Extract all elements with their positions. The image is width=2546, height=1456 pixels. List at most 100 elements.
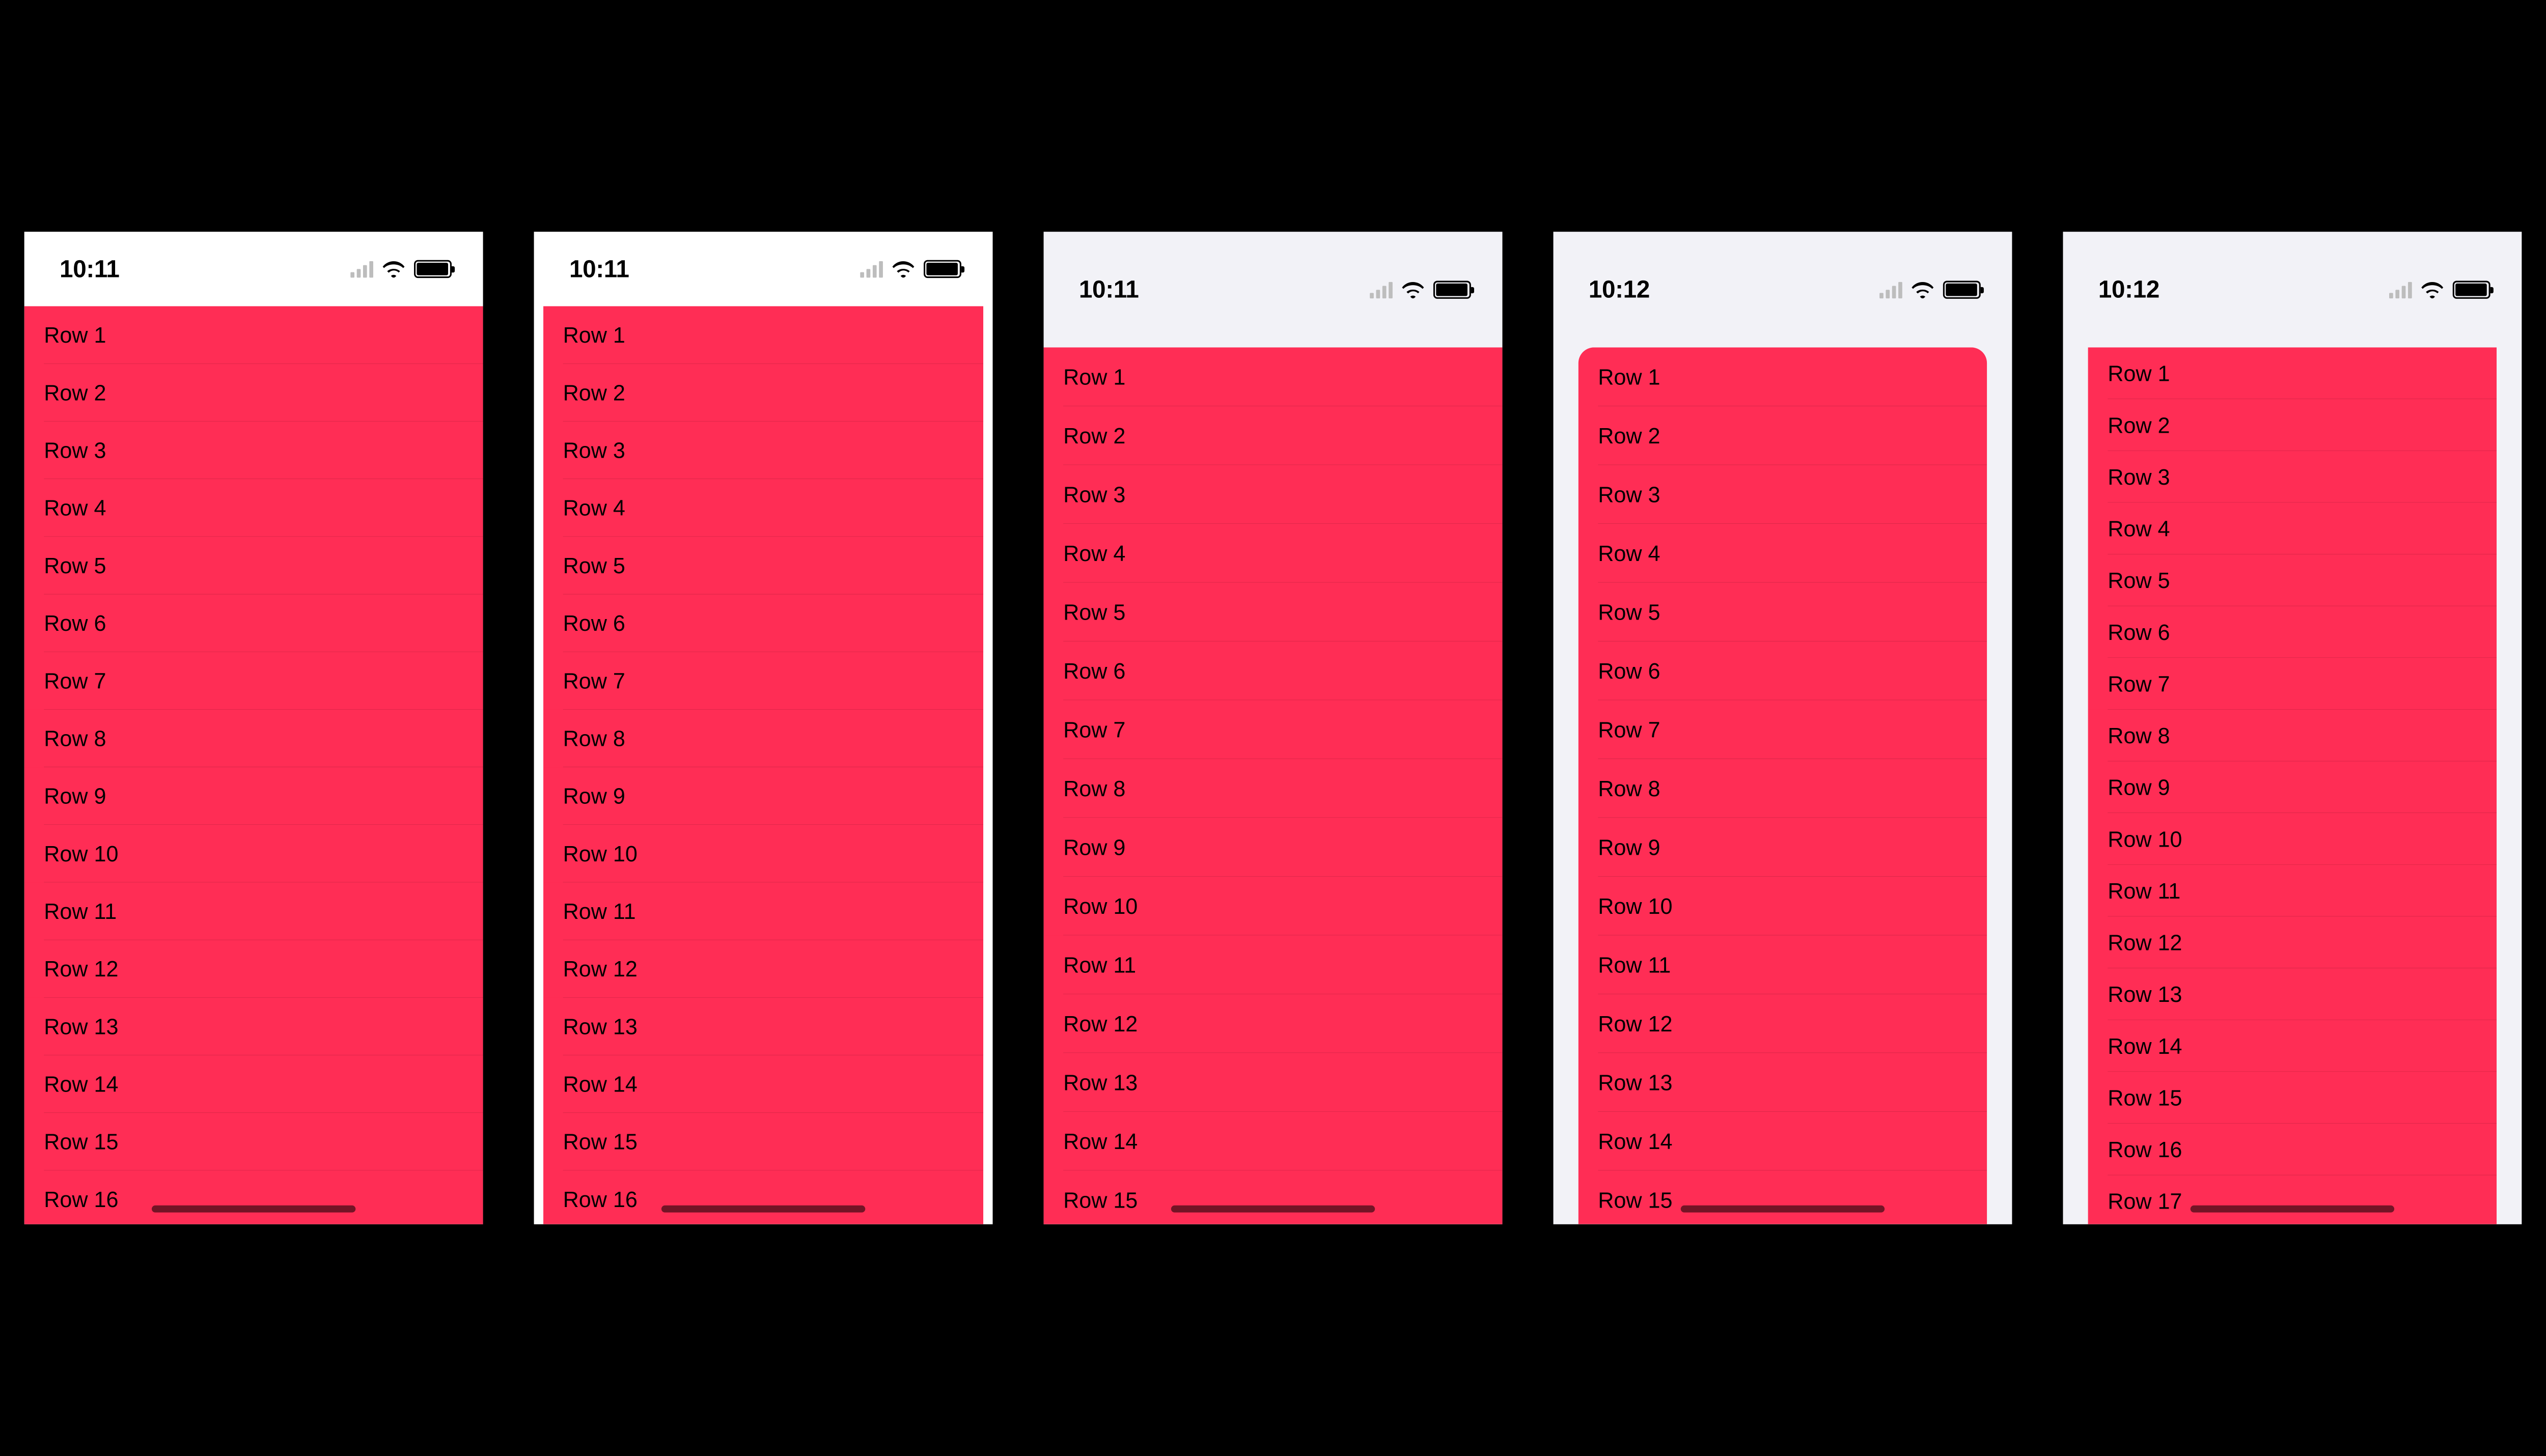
list-row[interactable]: Row 9 [543, 767, 983, 825]
list-row[interactable]: Row 12 [1044, 994, 1503, 1053]
list-row[interactable]: Row 2 [24, 364, 483, 422]
list-row[interactable]: Row 7 [2088, 658, 2497, 710]
row-label: Row 16 [563, 1187, 638, 1212]
list-row[interactable]: Row 12 [24, 940, 483, 998]
list-row[interactable]: Row 5 [1579, 582, 1987, 641]
list-row[interactable]: Row 7 [1579, 700, 1987, 759]
list-row[interactable]: Row 10 [1579, 877, 1987, 935]
list-row[interactable]: Row 8 [1044, 759, 1503, 818]
list-row[interactable]: Row 4 [1579, 524, 1987, 582]
list-row[interactable]: Row 15 [1579, 1170, 1987, 1224]
list-row[interactable]: Row 9 [1044, 818, 1503, 876]
list-row[interactable]: Row 16 [2088, 1124, 2497, 1175]
list-row[interactable]: Row 7 [24, 652, 483, 710]
list-row[interactable]: Row 3 [1044, 465, 1503, 523]
list-row[interactable]: Row 17 [2088, 1175, 2497, 1224]
wifi-icon [892, 260, 915, 277]
list-row[interactable]: Row 10 [24, 825, 483, 882]
list-row[interactable]: Row 16 [24, 1170, 483, 1224]
list-row[interactable]: Row 6 [1579, 641, 1987, 700]
list-row[interactable]: Row 2 [1044, 406, 1503, 465]
list-row[interactable]: Row 8 [1579, 759, 1987, 818]
list-row[interactable]: Row 2 [2088, 399, 2497, 451]
list-row[interactable]: Row 2 [1579, 406, 1987, 465]
list-row[interactable]: Row 11 [24, 882, 483, 940]
list[interactable]: Row 1 Row 2 Row 3 Row 4 Row 5 Row 6 Row … [1044, 347, 1503, 1224]
list-row[interactable]: Row 11 [2088, 865, 2497, 917]
list-row[interactable]: Row 6 [24, 594, 483, 652]
row-label: Row 2 [563, 380, 625, 405]
list-row[interactable]: Row 10 [1044, 877, 1503, 935]
list-row[interactable]: Row 9 [1579, 818, 1987, 876]
row-label: Row 1 [563, 322, 625, 348]
home-indicator [2191, 1206, 2394, 1213]
list-row[interactable]: Row 8 [543, 710, 983, 767]
list-row[interactable]: Row 1 [1044, 347, 1503, 406]
list-row[interactable]: Row 14 [24, 1055, 483, 1113]
list-row[interactable]: Row 6 [1044, 641, 1503, 700]
list[interactable]: Row 1 Row 2 Row 3 Row 4 Row 5 Row 6 Row … [1579, 347, 1987, 1224]
list-row[interactable]: Row 9 [24, 767, 483, 825]
list-row[interactable]: Row 14 [1579, 1112, 1987, 1170]
list-row[interactable]: Row 6 [543, 594, 983, 652]
list-row[interactable]: Row 1 [1579, 347, 1987, 406]
row-label: Row 9 [44, 783, 106, 809]
list[interactable]: Row 1 Row 2 Row 3 Row 4 Row 5 Row 6 Row … [2088, 347, 2497, 1224]
list-row[interactable]: Row 15 [2088, 1072, 2497, 1124]
list-row[interactable]: Row 11 [543, 882, 983, 940]
row-label: Row 5 [563, 553, 625, 578]
status-time: 10:11 [1079, 275, 1139, 303]
list-row[interactable]: Row 8 [24, 710, 483, 767]
status-time: 10:11 [60, 255, 120, 283]
list-row[interactable]: Row 10 [2088, 813, 2497, 865]
cellular-icon [2389, 281, 2412, 298]
list-row[interactable]: Row 2 [543, 364, 983, 422]
list-row[interactable]: Row 12 [2088, 916, 2497, 968]
list-row[interactable]: Row 13 [543, 998, 983, 1055]
list-row[interactable]: Row 13 [2088, 968, 2497, 1020]
list-row[interactable]: Row 4 [2088, 502, 2497, 554]
row-label: Row 14 [1063, 1128, 1138, 1154]
list-row[interactable]: Row 15 [24, 1113, 483, 1170]
row-label: Row 7 [1063, 717, 1125, 742]
list-row[interactable]: Row 13 [1579, 1053, 1987, 1111]
list-row[interactable]: Row 7 [1044, 700, 1503, 759]
list-row[interactable]: Row 1 [543, 306, 983, 364]
list-row[interactable]: Row 13 [1044, 1053, 1503, 1111]
list-row[interactable]: Row 3 [2088, 451, 2497, 503]
list-row[interactable]: Row 13 [24, 998, 483, 1055]
list-row[interactable]: Row 12 [1579, 994, 1987, 1053]
list-row[interactable]: Row 5 [2088, 554, 2497, 606]
list[interactable]: Row 1 Row 2 Row 3 Row 4 Row 5 Row 6 Row … [24, 306, 483, 1224]
list-row[interactable]: Row 1 [24, 306, 483, 364]
list-row[interactable]: Row 1 [2088, 347, 2497, 399]
list-row[interactable]: Row 10 [543, 825, 983, 882]
list-row[interactable]: Row 4 [543, 479, 983, 537]
list-row[interactable]: Row 15 [1044, 1170, 1503, 1224]
list-row[interactable]: Row 6 [2088, 606, 2497, 658]
list-row[interactable]: Row 3 [1579, 465, 1987, 523]
list-row[interactable]: Row 14 [543, 1055, 983, 1113]
list-row[interactable]: Row 9 [2088, 761, 2497, 813]
list-row[interactable]: Row 16 [543, 1170, 983, 1224]
list-row[interactable]: Row 4 [24, 479, 483, 537]
list-row[interactable]: Row 3 [543, 422, 983, 479]
list-row[interactable]: Row 11 [1044, 935, 1503, 994]
row-label: Row 1 [2108, 360, 2170, 386]
list-row[interactable]: Row 5 [543, 537, 983, 594]
list-row[interactable]: Row 7 [543, 652, 983, 710]
list-row[interactable]: Row 11 [1579, 935, 1987, 994]
list-row[interactable]: Row 12 [543, 940, 983, 998]
list-row[interactable]: Row 3 [24, 422, 483, 479]
list[interactable]: Row 1 Row 2 Row 3 Row 4 Row 5 Row 6 Row … [543, 306, 983, 1224]
row-label: Row 8 [563, 725, 625, 751]
row-label: Row 13 [2108, 982, 2182, 1007]
list-row[interactable]: Row 8 [2088, 710, 2497, 762]
list-row[interactable]: Row 5 [1044, 582, 1503, 641]
list-row[interactable]: Row 15 [543, 1113, 983, 1170]
list-row[interactable]: Row 5 [24, 537, 483, 594]
list-row[interactable]: Row 4 [1044, 524, 1503, 582]
list-row[interactable]: Row 14 [2088, 1020, 2497, 1072]
list-row[interactable]: Row 14 [1044, 1112, 1503, 1170]
row-label: Row 8 [2108, 723, 2170, 748]
